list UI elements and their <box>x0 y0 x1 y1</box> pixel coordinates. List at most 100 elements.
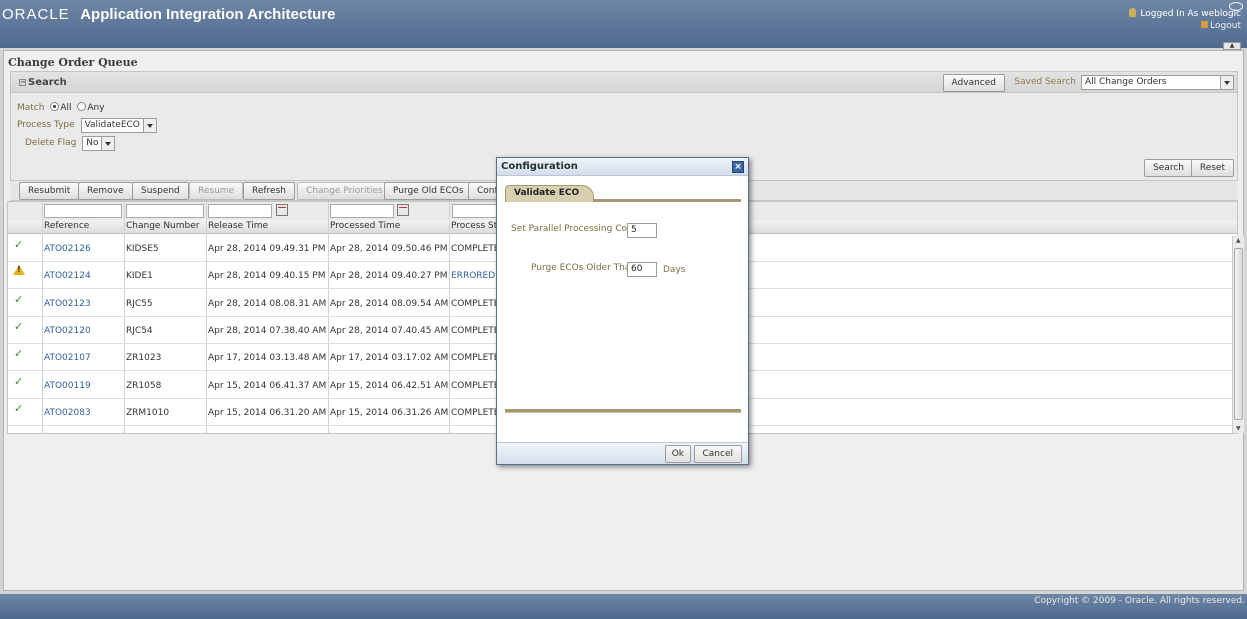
cell-process-status: ERRORED <box>451 271 496 282</box>
check-icon: ✓ <box>14 347 24 361</box>
delete-flag-select[interactable]: No <box>82 136 116 151</box>
saved-search-select[interactable]: All Change Orders <box>1081 75 1234 90</box>
collapse-icon: − <box>19 78 26 86</box>
match-any-label: Any <box>87 103 105 113</box>
app-title: Application Integration Architecture <box>80 6 336 23</box>
close-icon[interactable]: × <box>732 161 744 173</box>
purge-old-ecos-button[interactable]: Purge Old ECOs <box>384 182 473 200</box>
suspend-button[interactable]: Suspend <box>132 182 189 200</box>
parallel-count-input[interactable]: 5 <box>627 223 657 238</box>
app-footer: Copyright © 2009 - Oracle. All rights re… <box>0 594 1247 619</box>
match-row: Match All Any <box>17 102 105 113</box>
search-title: Search <box>28 77 67 88</box>
calendar-icon[interactable] <box>397 204 409 216</box>
purge-older-label: Purge ECOs Older Than <box>531 263 637 273</box>
resubmit-button[interactable]: Resubmit <box>19 182 80 200</box>
check-icon: ✓ <box>14 401 24 415</box>
divider <box>505 409 741 413</box>
match-all-radio[interactable] <box>50 102 60 111</box>
filter-processed-time[interactable] <box>330 204 394 218</box>
chevron-down-icon <box>101 137 115 150</box>
user-icon <box>1129 8 1137 17</box>
cell-reference[interactable]: ATO02083 <box>44 408 91 418</box>
cell-reference[interactable]: ATO02123 <box>44 299 91 309</box>
cell-reference[interactable]: ATO02120 <box>44 326 91 336</box>
cell-release-time: Apr 17, 2014 03.13.48 AM <box>208 353 327 364</box>
cell-release-time: Apr 28, 2014 09.40.15 PM <box>208 271 326 282</box>
logout-link[interactable]: Logout <box>1129 21 1241 31</box>
cell-processed-time: Apr 15, 2014 06.42.51 AM <box>330 380 449 391</box>
col-change-number[interactable]: Change Number <box>126 221 199 231</box>
cell-processed-time: Apr 17, 2014 03.17.02 AM <box>330 353 449 364</box>
cell-processed-time: Apr 28, 2014 08.09.54 AM <box>330 298 449 309</box>
logout-icon <box>1201 21 1209 28</box>
process-type-label: Process Type <box>17 120 75 130</box>
remove-button[interactable]: Remove <box>78 182 133 200</box>
filter-change-number[interactable] <box>126 204 204 218</box>
cell-change-number: RJC55 <box>126 298 153 309</box>
chevron-down-icon <box>1220 76 1233 89</box>
cell-reference[interactable]: ATO00119 <box>44 381 91 391</box>
cell-change-number: KIDE1 <box>126 271 153 282</box>
scroll-up-icon[interactable]: ▲ <box>1236 237 1241 244</box>
search-header: − Search Advanced Saved Search All Change… <box>11 72 1237 93</box>
cell-change-number: RJC54 <box>126 325 153 336</box>
scroll-down-icon[interactable]: ▼ <box>1236 425 1241 432</box>
scroll-thumb[interactable] <box>1234 248 1243 420</box>
cell-change-number: KIDSE5 <box>126 244 159 254</box>
check-icon: ✓ <box>14 238 24 251</box>
reset-button[interactable]: Reset <box>1190 159 1234 177</box>
filter-reference[interactable] <box>44 204 122 218</box>
advanced-button[interactable]: Advanced <box>942 74 1005 92</box>
copyright: Copyright © 2009 - Oracle. All rights re… <box>1034 596 1245 606</box>
cell-release-time: Apr 15, 2014 06.31.20 AM <box>208 407 327 418</box>
cell-release-time: Apr 28, 2014 08.08.31 AM <box>208 298 327 309</box>
saved-search-value: All Change Orders <box>1085 77 1167 87</box>
filter-release-time[interactable] <box>208 204 272 218</box>
col-processed-time[interactable]: Processed Time <box>330 221 400 231</box>
calendar-icon[interactable] <box>276 204 288 216</box>
cell-release-time: Apr 15, 2014 06.41.37 AM <box>208 380 327 391</box>
delete-flag-row: Delete Flag No <box>25 136 116 151</box>
cell-reference[interactable]: ATO02126 <box>44 244 91 254</box>
process-type-value: ValidateECO <box>84 120 140 130</box>
cell-change-number: ZRM1010 <box>126 407 170 418</box>
col-release-time[interactable]: Release Time <box>208 221 268 231</box>
purge-days-input[interactable]: 60 <box>627 262 657 277</box>
table-scrollbar[interactable]: ▲ ▼ <box>1232 236 1244 433</box>
process-type-select[interactable]: ValidateECO <box>80 118 157 133</box>
help-oval-icon[interactable] <box>1229 2 1243 11</box>
oracle-logo: ORACLE <box>2 6 70 23</box>
cell-reference[interactable]: ATO02107 <box>44 353 91 363</box>
resume-button[interactable]: Resume <box>189 182 244 200</box>
cell-processed-time: Apr 28, 2014 09.40.27 PM <box>330 271 448 282</box>
check-icon: ✓ <box>14 319 24 333</box>
check-icon: ✓ <box>14 292 24 306</box>
search-toggle[interactable]: − Search <box>19 77 67 88</box>
brand: ORACLE Application Integration Architect… <box>2 6 336 23</box>
match-label: Match <box>17 103 45 113</box>
dialog-title: Configuration <box>501 161 578 172</box>
col-reference[interactable]: Reference <box>44 221 89 231</box>
tab-strip: Validate ECO <box>505 184 741 202</box>
cell-release-time: Apr 28, 2014 09.49.31 PM <box>208 244 326 254</box>
cell-reference[interactable]: ATO02124 <box>44 271 91 281</box>
delete-flag-value: No <box>86 138 99 148</box>
chevron-down-icon <box>142 119 156 132</box>
match-any-radio[interactable] <box>77 102 87 111</box>
dialog-footer: Ok Cancel <box>497 442 748 464</box>
logged-in-text: Logged In As weblogic <box>1140 9 1241 19</box>
page-title: Change Order Queue <box>8 56 138 69</box>
delete-flag-label: Delete Flag <box>25 138 77 148</box>
login-area: Logged In As weblogic Logout <box>1129 2 1243 31</box>
ok-button[interactable]: Ok <box>664 445 691 463</box>
match-all-label: All <box>60 103 72 113</box>
collapse-header-button[interactable]: ▲ <box>1223 42 1241 50</box>
change-priorities-button[interactable]: Change Priorities <box>297 182 392 200</box>
search-button[interactable]: Search <box>1144 159 1193 177</box>
refresh-button[interactable]: Refresh <box>243 182 295 200</box>
cancel-button[interactable]: Cancel <box>693 445 742 463</box>
configuration-dialog: Configuration × Validate ECO Set Paralle… <box>496 157 749 465</box>
tab-validate-eco[interactable]: Validate ECO <box>505 185 595 202</box>
cell-processed-time: Apr 28, 2014 09.50.46 PM <box>330 244 448 254</box>
